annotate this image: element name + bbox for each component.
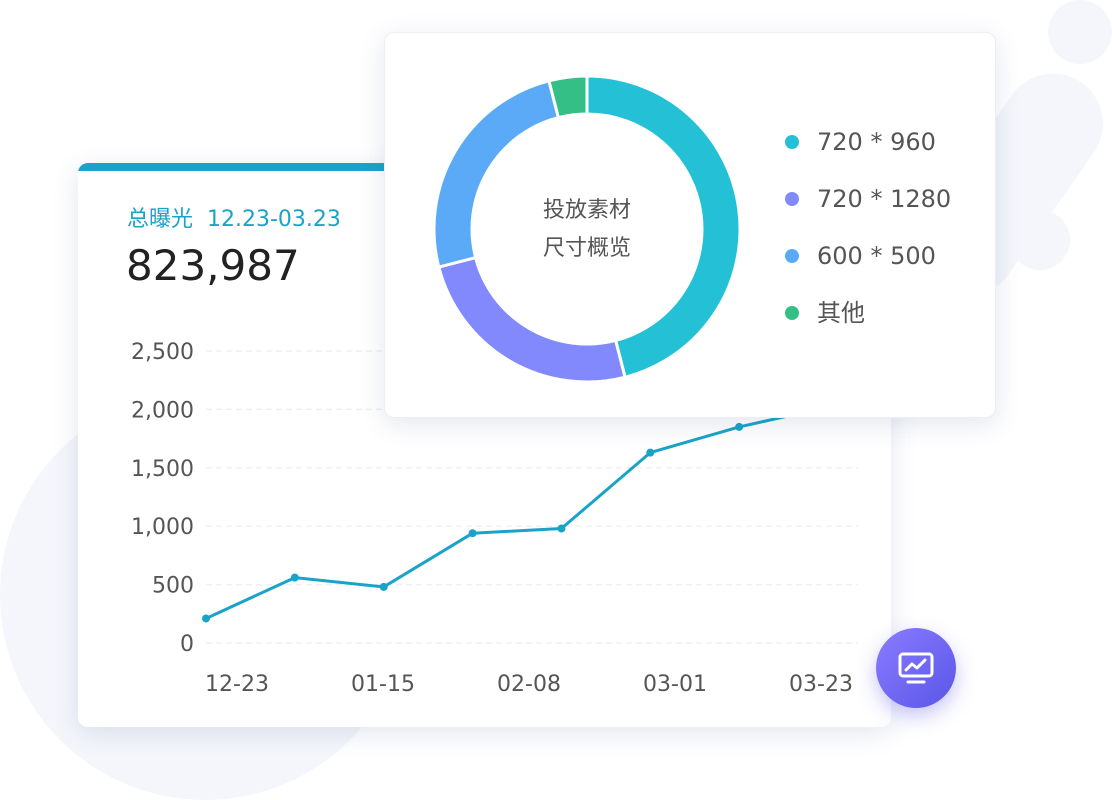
- data-point: [735, 422, 744, 431]
- y-tick-label: 500: [152, 574, 194, 599]
- size-overview-card: 投放素材尺寸概览 720 * 960 720 * 1280 600 * 500 其他: [384, 32, 996, 418]
- donut-center-line1: 投放素材: [543, 198, 631, 223]
- donut-slice: [585, 74, 742, 380]
- data-point: [646, 448, 655, 457]
- trend-chart-icon: [898, 652, 934, 684]
- data-point: [468, 529, 477, 538]
- legend-label: 720 * 1280: [817, 185, 952, 213]
- background-blob: [1048, 0, 1112, 64]
- data-point: [379, 582, 388, 591]
- donut-center-line2: 尺寸概览: [543, 236, 631, 261]
- analytics-button[interactable]: [876, 628, 956, 708]
- x-tick-label: 01-15: [351, 672, 415, 697]
- data-point: [557, 524, 566, 533]
- data-point: [202, 614, 210, 623]
- legend-label: 600 * 500: [817, 242, 936, 270]
- y-tick-label: 1,000: [131, 515, 194, 540]
- data-point: [290, 573, 299, 582]
- y-tick-label: 2,000: [131, 398, 194, 423]
- legend-dot: [785, 249, 799, 263]
- y-tick-label: 1,500: [131, 457, 194, 482]
- donut-slice: [436, 255, 627, 384]
- legend-dot: [785, 192, 799, 206]
- x-tick-label: 12-23: [205, 672, 269, 697]
- donut-slice: [432, 78, 561, 269]
- legend-label: 720 * 960: [817, 128, 936, 156]
- x-tick-label: 03-23: [789, 672, 853, 697]
- legend-dot: [785, 135, 799, 149]
- background-blob: [1010, 210, 1070, 270]
- legend-dot: [785, 306, 799, 320]
- x-tick-label: 02-08: [497, 672, 561, 697]
- y-tick-label: 2,500: [131, 340, 194, 365]
- legend-label: 其他: [817, 299, 865, 327]
- series-line: [205, 405, 829, 620]
- donut-chart: 投放素材尺寸概览: [432, 74, 742, 384]
- y-tick-label: 0: [180, 632, 194, 657]
- x-tick-label: 03-01: [643, 672, 707, 697]
